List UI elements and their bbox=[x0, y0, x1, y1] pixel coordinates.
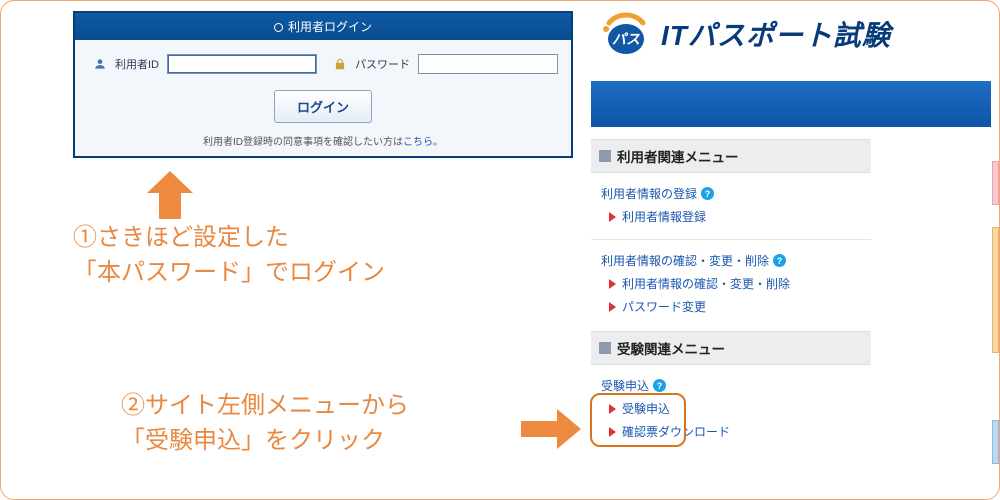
password-label: パスワード bbox=[355, 56, 410, 72]
login-header-text: 利用者ログイン bbox=[288, 20, 372, 34]
section-title-confirm-text: 利用者情報の確認・変更・削除 bbox=[601, 252, 769, 269]
instruction-2: ②サイト左側メニューから 「受験申込」をクリック bbox=[121, 389, 409, 459]
login-note-link[interactable]: こちら bbox=[403, 137, 433, 148]
side-tab-blue bbox=[992, 420, 999, 464]
menu-header-exam: 受験関連メニュー bbox=[591, 331, 871, 365]
user-menu-block: 利用者関連メニュー 利用者情報の登録? 利用者情報登録 利用者情報の確認・変更・… bbox=[591, 139, 871, 315]
lock-icon bbox=[333, 57, 347, 71]
svg-text:パス: パス bbox=[612, 31, 640, 47]
login-body: 利用者ID パスワード ログイン 利用者ID登録時の同意事項を確認したい方はこち… bbox=[75, 40, 571, 156]
menu-header-user: 利用者関連メニュー bbox=[591, 139, 871, 173]
triangle-icon bbox=[609, 279, 616, 289]
side-tab-pink bbox=[992, 161, 999, 205]
highlight-circle-annotation bbox=[590, 393, 686, 447]
section-title-apply-text: 受験申込 bbox=[601, 377, 649, 394]
instruction-2-line1: ②サイト左側メニューから bbox=[121, 389, 409, 424]
triangle-icon bbox=[609, 212, 616, 222]
user-icon bbox=[93, 57, 107, 71]
login-header: 利用者ログイン bbox=[75, 13, 571, 40]
square-icon bbox=[599, 150, 611, 162]
help-icon[interactable]: ? bbox=[653, 379, 666, 392]
password-input[interactable] bbox=[418, 54, 558, 74]
square-icon bbox=[599, 342, 611, 354]
login-note-pre: 利用者ID登録時の同意事項を確認したい方は bbox=[203, 137, 403, 148]
instruction-1-line2: 「本パスワード」でログイン bbox=[73, 256, 385, 291]
help-icon[interactable]: ? bbox=[773, 254, 786, 267]
divider bbox=[591, 239, 871, 240]
link-user-register[interactable]: 利用者情報登録 bbox=[622, 208, 706, 225]
login-note-post: 。 bbox=[433, 137, 443, 148]
list-item: 利用者情報の確認・変更・削除 bbox=[609, 275, 871, 292]
link-user-confirm[interactable]: 利用者情報の確認・変更・削除 bbox=[622, 275, 790, 292]
instruction-2-line2: 「受験申込」をクリック bbox=[121, 424, 409, 459]
link-password-change[interactable]: パスワード変更 bbox=[622, 298, 706, 315]
list-item: パスワード変更 bbox=[609, 298, 871, 315]
user-id-input[interactable] bbox=[167, 54, 317, 74]
instruction-1: ①さきほど設定した 「本パスワード」でログイン bbox=[73, 221, 385, 291]
triangle-icon bbox=[609, 302, 616, 312]
section-title-apply: 受験申込? bbox=[601, 377, 871, 394]
help-icon[interactable]: ? bbox=[701, 187, 714, 200]
side-tab-orange bbox=[992, 227, 999, 353]
site-title-text: ITパスポート試験 bbox=[661, 14, 891, 54]
logo-icon: パス bbox=[601, 9, 651, 59]
menu-header-exam-text: 受験関連メニュー bbox=[617, 338, 725, 358]
login-box: 利用者ログイン 利用者ID パスワード ログイン 利用者ID登録時の同意事項を確… bbox=[73, 11, 573, 158]
arrow-right-annotation-icon bbox=[521, 409, 581, 449]
login-button[interactable]: ログイン bbox=[274, 90, 372, 123]
list-item: 利用者情報登録 bbox=[609, 208, 871, 225]
bullet-icon bbox=[274, 23, 283, 32]
menu-header-user-text: 利用者関連メニュー bbox=[617, 146, 739, 166]
instruction-1-line1: ①さきほど設定した bbox=[73, 221, 385, 256]
nav-bar bbox=[591, 81, 991, 127]
arrow-up-annotation-icon bbox=[147, 171, 193, 219]
login-row: 利用者ID パスワード bbox=[93, 54, 553, 74]
user-id-label: 利用者ID bbox=[115, 56, 159, 72]
section-title-register: 利用者情報の登録? bbox=[601, 185, 871, 202]
site-title-block: パス ITパスポート試験 bbox=[601, 9, 991, 59]
right-panel: パス ITパスポート試験 利用者関連メニュー 利用者情報の登録? 利用者情報登録… bbox=[591, 9, 991, 446]
section-title-confirm: 利用者情報の確認・変更・削除? bbox=[601, 252, 871, 269]
login-note: 利用者ID登録時の同意事項を確認したい方はこちら。 bbox=[93, 133, 553, 148]
section-title-register-text: 利用者情報の登録 bbox=[601, 185, 697, 202]
